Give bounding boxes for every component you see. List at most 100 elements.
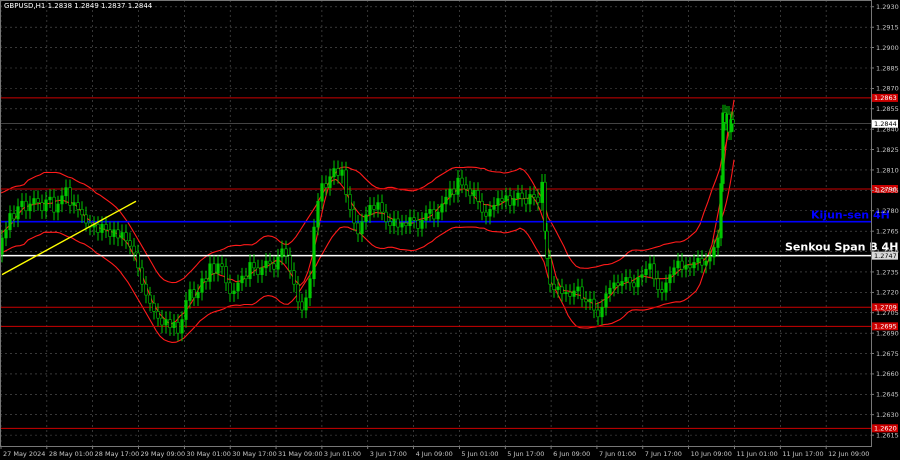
x-tick-label: 29 May 09:00 <box>141 450 186 458</box>
x-tick-label: 28 May 01:00 <box>49 450 94 458</box>
candle-body <box>12 213 16 220</box>
candle-body <box>248 262 252 280</box>
candle-body <box>168 319 172 329</box>
candle-body <box>556 286 560 290</box>
candle-body <box>336 168 340 176</box>
candle-body <box>376 202 380 210</box>
candle-body <box>136 252 140 269</box>
candle-body <box>100 224 104 233</box>
chart-title: GBPUSD,H1 1.2838 1.2849 1.2837 1.2844 <box>4 2 153 10</box>
x-tick-label: 11 Jun 01:00 <box>736 450 777 458</box>
y-tick-label: 1.2615 <box>876 431 899 439</box>
candle-body <box>260 267 264 275</box>
candle-body <box>600 307 604 318</box>
candle-body <box>132 245 136 254</box>
y-tick-label: 1.2660 <box>876 370 899 378</box>
candle-body <box>244 275 248 280</box>
candle-body <box>152 302 156 312</box>
candle-body <box>396 218 400 228</box>
candle-body <box>112 229 116 237</box>
candle-body <box>640 274 644 278</box>
candle-body <box>444 196 448 205</box>
candle-body <box>719 183 723 239</box>
candle-body <box>124 232 128 241</box>
candle-body <box>280 248 284 258</box>
candle-body <box>264 260 268 269</box>
candle-body <box>240 275 244 284</box>
candle-body <box>220 263 224 267</box>
candle-body <box>731 119 735 125</box>
candle-body <box>716 237 720 248</box>
y-tick-label: 1.2675 <box>876 350 899 358</box>
candle-body <box>712 247 716 258</box>
y-tick-label: 1.2810 <box>876 166 899 174</box>
candle-body <box>348 194 352 210</box>
candle-body <box>188 289 192 301</box>
x-tick-label: 30 May 17:00 <box>232 450 277 458</box>
candle-body <box>672 267 676 275</box>
candle-body <box>408 217 412 227</box>
candle-body <box>604 293 608 308</box>
candle-body <box>60 195 64 205</box>
y-tick-label: 1.2855 <box>876 105 899 113</box>
candle-body <box>284 248 288 256</box>
candle-body <box>380 202 384 213</box>
candle-body <box>28 203 32 212</box>
candle-body <box>552 283 556 290</box>
candle-body <box>560 286 564 295</box>
level-price-label: 1.2863 <box>874 94 897 102</box>
candle-body <box>44 199 48 212</box>
candle-body <box>680 260 684 270</box>
candle-body <box>648 263 652 270</box>
candle-body <box>420 219 424 229</box>
candle-body <box>432 209 436 220</box>
candle-body <box>452 188 456 195</box>
candle-body <box>164 319 168 326</box>
candle-body <box>568 292 572 297</box>
candle-body <box>700 258 704 266</box>
candle-body <box>484 211 488 217</box>
y-tick-label: 1.2795 <box>876 187 899 195</box>
candle-body <box>704 260 708 266</box>
candle-body <box>636 277 640 288</box>
candle-body <box>204 278 208 282</box>
x-tick-label: 7 Jun 17:00 <box>645 450 682 458</box>
candle-body <box>532 194 536 198</box>
candle-body <box>84 214 88 224</box>
y-tick-label: 1.2705 <box>876 309 899 317</box>
candle-body <box>332 168 336 178</box>
candle-body <box>156 311 160 319</box>
candle-body <box>224 266 228 284</box>
candle-body <box>664 282 668 293</box>
candle-body <box>428 209 432 214</box>
x-tick-label: 10 Jun 09:00 <box>691 450 732 458</box>
candle-body <box>120 232 124 239</box>
candle-body <box>80 209 84 216</box>
candle-body <box>536 196 540 203</box>
candle-body <box>416 219 420 229</box>
candle-body <box>296 283 300 303</box>
candle-body <box>24 200 28 212</box>
candle-body <box>543 181 547 232</box>
candle-body <box>68 187 72 206</box>
y-tick-label: 1.2720 <box>876 289 899 297</box>
candle-body <box>468 188 472 197</box>
candle-body <box>0 237 4 255</box>
y-tick-label: 1.2780 <box>876 207 899 215</box>
candle-body <box>644 268 648 275</box>
candle-body <box>4 229 8 239</box>
candle-body <box>440 203 444 213</box>
candle-body <box>364 214 368 222</box>
candle-body <box>196 292 200 299</box>
candle-body <box>368 205 372 216</box>
candle-body <box>272 263 276 270</box>
x-tick-label: 11 Jun 17:00 <box>782 450 823 458</box>
x-tick-label: 3 Jun 17:00 <box>370 450 407 458</box>
candle-body <box>400 222 404 228</box>
y-tick-label: 1.2930 <box>876 3 899 11</box>
candle-body <box>324 183 328 188</box>
candle-body <box>320 183 324 202</box>
candle-body <box>676 260 680 269</box>
candle-body <box>512 198 516 206</box>
candle-body <box>192 289 196 299</box>
